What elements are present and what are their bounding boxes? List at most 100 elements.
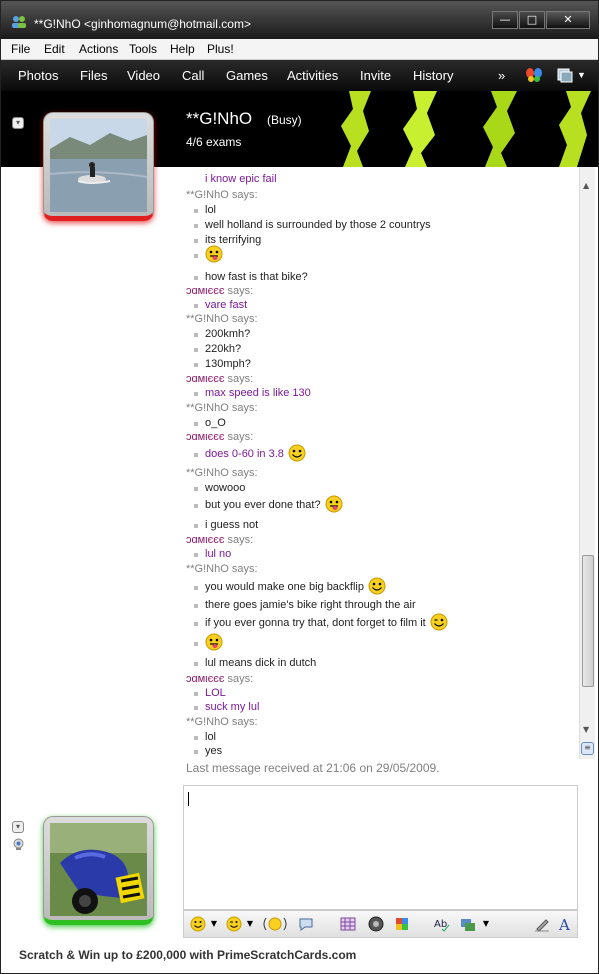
webcam-icon[interactable] xyxy=(12,838,25,851)
emoticon-smile-icon[interactable] xyxy=(190,916,206,932)
sender-header: **G!NhO says: xyxy=(186,402,258,414)
handwriting-icon[interactable] xyxy=(534,916,550,932)
toolbar-invite[interactable]: Invite xyxy=(360,68,391,83)
expand-own-avatar-icon[interactable]: ▾ xyxy=(12,821,24,833)
options-menu-icon[interactable] xyxy=(557,68,573,83)
sender-header: **G!NhO says: xyxy=(186,313,258,325)
wink-emoticon-icon[interactable] xyxy=(226,916,242,932)
menu-tools[interactable]: Tools xyxy=(129,42,157,56)
message-text: if you ever gonna try that, dont forget … xyxy=(205,617,426,629)
sender-header: ɔɑмιєєє says: xyxy=(186,431,253,443)
msn-butterfly-icon[interactable] xyxy=(525,67,543,83)
ad-link[interactable]: Scratch & Win up to £200,000 with PrimeS… xyxy=(19,948,356,962)
says-label: says: xyxy=(228,189,258,201)
toolbar-activities[interactable]: Activities xyxy=(287,68,338,83)
says-label: says: xyxy=(228,716,258,728)
toolbar-video[interactable]: Video xyxy=(127,68,160,83)
message-bullet xyxy=(194,692,198,696)
message-partial: i know epic fail xyxy=(205,173,277,185)
text-caret xyxy=(188,792,189,806)
chat-scrollbar[interactable]: ▲ ▼ xyxy=(579,167,595,759)
menu-actions[interactable]: Actions xyxy=(79,42,118,56)
scrollbar-thumb[interactable] xyxy=(582,555,594,687)
says-label: says: xyxy=(224,373,254,385)
menu-file[interactable]: File xyxy=(11,42,30,56)
says-label: says: xyxy=(224,673,254,685)
smile-emoticon-icon xyxy=(368,577,386,595)
change-font-icon[interactable]: A xyxy=(558,916,574,932)
nudge-icon[interactable] xyxy=(298,916,314,932)
toolbar-games[interactable]: Games xyxy=(226,68,268,83)
chevron-down-icon[interactable]: ▼ xyxy=(577,70,586,80)
svg-text:A: A xyxy=(558,916,570,932)
says-label: says: xyxy=(228,467,258,479)
avatar-motorbike-image xyxy=(50,823,147,916)
message-text: there goes jamie's bike right through th… xyxy=(205,599,416,611)
monster-claw-background-icon xyxy=(341,91,598,167)
scroll-down-arrow-icon[interactable]: ▼ xyxy=(583,725,589,734)
input-toolbar: ▼ ▼ Ab ▼ A xyxy=(183,910,578,938)
toolbar-history[interactable]: History xyxy=(413,68,453,83)
says-label: says: xyxy=(228,563,258,575)
last-message-timestamp: Last message received at 21:06 on 29/05/… xyxy=(186,761,440,775)
sender-name: **G!NhO xyxy=(186,563,229,575)
menu-help[interactable]: Help xyxy=(170,42,195,56)
message-text: 130mph? xyxy=(205,358,251,370)
wink-dropdown-icon[interactable]: ▼ xyxy=(242,916,258,932)
advertisement-bar[interactable]: Scratch & Win up to £200,000 with PrimeS… xyxy=(1,939,598,973)
toolbar-call[interactable]: Call xyxy=(182,68,204,83)
menu-edit[interactable]: Edit xyxy=(44,42,65,56)
conversation-history[interactable]: i know epic fail **G!NhO says: lol well ho… xyxy=(181,167,579,779)
sender-name: **G!NhO xyxy=(186,716,229,728)
menu-plus[interactable]: Plus! xyxy=(207,42,234,56)
close-button[interactable]: ✕ xyxy=(546,11,590,29)
message-input[interactable] xyxy=(183,785,578,910)
message-text: o_O xyxy=(205,417,226,429)
svg-text:Ab: Ab xyxy=(434,919,447,930)
message-bullet xyxy=(194,224,198,228)
sender-header: ɔɑмιєєє says: xyxy=(186,285,253,297)
send-file-dropdown-icon[interactable]: ▼ xyxy=(478,916,494,932)
toolbar-more-chevron[interactable]: » xyxy=(498,68,505,83)
message-text: but you ever done that? xyxy=(205,499,321,511)
tongue-emoticon-icon xyxy=(205,633,223,651)
message-bullet xyxy=(194,622,198,626)
send-file-icon[interactable] xyxy=(460,916,476,932)
message-bullet xyxy=(194,333,198,337)
message-bullet xyxy=(194,750,198,754)
window-title: **G!NhO <ginhomagnum@hotmail.com> xyxy=(34,17,251,31)
message-bullet xyxy=(194,209,198,213)
message-bullet xyxy=(194,239,198,243)
message-text: max speed is like 130 xyxy=(205,387,311,399)
message-text: 220kh? xyxy=(205,343,242,355)
sender-name: ɔɑмιєєє xyxy=(186,373,225,385)
collapse-contact-icon[interactable]: ▾ xyxy=(12,117,24,129)
message-bullet xyxy=(194,504,198,508)
maximize-button[interactable]: □ xyxy=(519,11,545,29)
sender-name: **G!NhO xyxy=(186,402,229,414)
sender-name: ɔɑмιєєє xyxy=(186,534,225,546)
background-icon[interactable] xyxy=(340,916,356,932)
games-icon[interactable] xyxy=(394,916,410,932)
sender-name: ɔɑмιєєє xyxy=(186,673,225,685)
toolbar-files[interactable]: Files xyxy=(80,68,107,83)
wink-animation-icon[interactable] xyxy=(368,916,384,932)
message-text: lul no xyxy=(205,548,232,560)
message-text: lol xyxy=(205,731,217,743)
says-label: says: xyxy=(224,285,254,297)
sender-header: **G!NhO says: xyxy=(186,563,258,575)
scroll-to-end-icon[interactable]: ≡ xyxy=(581,742,594,755)
toolbar-photos[interactable]: Photos xyxy=(18,68,58,83)
menu-bar: File Edit Actions Tools Help Plus! xyxy=(1,39,598,60)
scroll-up-arrow-icon[interactable]: ▲ xyxy=(583,181,589,190)
emoticon-dropdown-icon[interactable]: ▼ xyxy=(206,916,222,932)
voice-clip-icon[interactable] xyxy=(262,916,288,932)
spell-check-icon[interactable]: Ab xyxy=(434,916,450,932)
sender-header: **G!NhO says: xyxy=(186,716,258,728)
message-bullet xyxy=(194,642,198,646)
own-avatar[interactable] xyxy=(43,816,154,925)
contact-avatar[interactable] xyxy=(43,112,154,221)
message-bullet xyxy=(194,662,198,666)
minimize-button[interactable]: — xyxy=(492,11,518,29)
wink-emoticon-icon xyxy=(430,613,448,631)
